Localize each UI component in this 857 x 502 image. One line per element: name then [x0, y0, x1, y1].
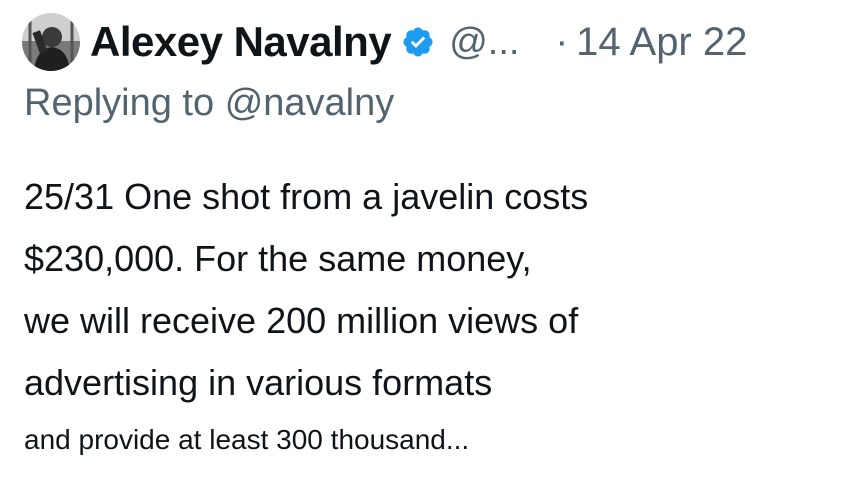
replying-to-mention[interactable]: @navalny [225, 82, 395, 124]
tweet-text-line: and provide at least 300 thousand... [24, 424, 470, 455]
tweet-card: Alexey Navalny @... · 14 Apr 22 Replying… [0, 0, 857, 502]
replying-to-label: Replying to [24, 82, 215, 124]
header-separator: · [555, 20, 569, 63]
tweet-text-line: $230,000. For the same money, [24, 238, 532, 279]
tweet-text-line: advertising in various formats [24, 362, 493, 403]
author-handle[interactable]: @... [449, 21, 519, 64]
author-display-name[interactable]: Alexey Navalny [90, 18, 392, 66]
tweet-date[interactable]: 14 Apr 22 [576, 20, 747, 65]
verified-badge-icon [403, 27, 433, 57]
tweet-header: Alexey Navalny @... · 14 Apr 22 [22, 12, 747, 72]
tweet-text-line: 25/31 One shot from a javelin costs [24, 176, 589, 217]
avatar[interactable] [22, 13, 80, 71]
tweet-text-line: we will receive 200 million views of [24, 300, 579, 341]
avatar-image [22, 13, 80, 71]
replying-to-line: Replying to @navalny [24, 82, 394, 125]
